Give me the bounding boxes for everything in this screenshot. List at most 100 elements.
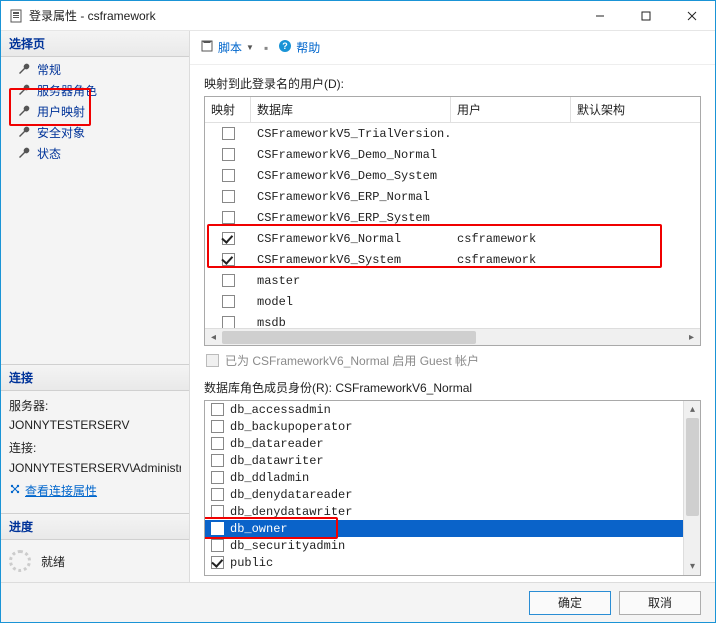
sidebar-item-securables[interactable]: 安全对象 — [1, 122, 189, 143]
table-row[interactable]: CSFrameworkV6_Normalcsframework — [205, 228, 700, 249]
sidebar-item-server-roles[interactable]: 服务器角色 — [1, 80, 189, 101]
col-user[interactable]: 用户 — [451, 97, 571, 122]
role-checkbox[interactable] — [211, 539, 224, 552]
script-button[interactable]: 脚本 ▼ — [200, 39, 254, 56]
role-item[interactable]: db_denydatareader — [205, 486, 700, 503]
sidebar-item-general[interactable]: 常规 — [1, 59, 189, 80]
table-row[interactable]: model — [205, 291, 700, 312]
table-row[interactable]: CSFrameworkV6_Demo_Normal — [205, 144, 700, 165]
map-checkbox[interactable] — [222, 316, 235, 328]
wrench-icon — [17, 84, 31, 98]
role-checkbox[interactable] — [211, 471, 224, 484]
view-connection-properties-link[interactable]: 查看连接属性 — [9, 482, 181, 501]
role-item[interactable]: db_securityadmin — [205, 537, 700, 554]
dialog-footer: 确定 取消 — [1, 582, 715, 622]
role-checkbox[interactable] — [211, 522, 224, 535]
table-row[interactable]: CSFrameworkV6_ERP_System — [205, 207, 700, 228]
role-checkbox[interactable] — [211, 488, 224, 501]
table-row[interactable]: CSFrameworkV5_TrialVersion... — [205, 123, 700, 144]
role-item[interactable]: db_datawriter — [205, 452, 700, 469]
select-page-header: 选择页 — [1, 31, 189, 57]
wrench-icon — [17, 126, 31, 140]
map-checkbox[interactable] — [222, 190, 235, 203]
help-label: 帮助 — [296, 39, 320, 56]
map-checkbox[interactable] — [222, 295, 235, 308]
window-title: 登录属性 - csframework — [29, 7, 156, 24]
table-row[interactable]: msdb — [205, 312, 700, 328]
horizontal-scrollbar[interactable]: ◂ ▸ — [205, 328, 700, 345]
col-map[interactable]: 映射 — [205, 97, 251, 122]
properties-icon — [9, 482, 21, 501]
help-icon: ? — [278, 39, 292, 56]
svg-text:?: ? — [282, 41, 288, 51]
close-button[interactable] — [669, 1, 715, 31]
role-item[interactable]: db_accessadmin — [205, 401, 700, 418]
script-icon — [200, 39, 214, 56]
wrench-icon — [17, 105, 31, 119]
map-checkbox[interactable] — [222, 127, 235, 140]
role-checkbox[interactable] — [211, 505, 224, 518]
cell-database: master — [251, 274, 451, 288]
table-row[interactable]: CSFrameworkV6_Demo_System — [205, 165, 700, 186]
scroll-right-icon[interactable]: ▸ — [683, 329, 700, 346]
role-membership-list: db_accessadmin db_backupoperatordb_datare… — [204, 400, 701, 576]
map-checkbox[interactable] — [222, 211, 235, 224]
server-value: JONNYTESTERSERV — [9, 416, 181, 435]
sidebar-item-user-mapping[interactable]: 用户映射 — [1, 101, 189, 122]
minimize-button[interactable] — [577, 1, 623, 31]
role-item[interactable]: public — [205, 554, 700, 571]
mapping-section-label: 映射到此登录名的用户(D): — [204, 75, 701, 92]
role-item[interactable]: db_datareader — [205, 435, 700, 452]
role-item[interactable]: db_owner — [205, 520, 700, 537]
titlebar: 登录属性 - csframework — [1, 1, 715, 31]
cell-database: CSFrameworkV6_ERP_Normal — [251, 190, 451, 204]
cell-database: CSFrameworkV6_ERP_System — [251, 211, 451, 225]
cell-user: csframework — [451, 253, 571, 267]
sidebar-item-status[interactable]: 状态 — [1, 143, 189, 164]
role-item[interactable]: db_backupoperator — [205, 418, 700, 435]
toolbar: 脚本 ▼ ▪ ? 帮助 — [190, 31, 715, 65]
login-properties-window: 登录属性 - csframework 选择页 常规 — [0, 0, 716, 623]
sidebar-item-label: 状态 — [37, 145, 61, 162]
ok-button[interactable]: 确定 — [529, 591, 611, 615]
connection-label: 连接: — [9, 439, 181, 458]
maximize-button[interactable] — [623, 1, 669, 31]
map-checkbox[interactable] — [222, 169, 235, 182]
role-name: db_ddladmin — [230, 471, 309, 485]
mapping-table: 映射 数据库 用户 默认架构 CSFrameworkV5_TrialVersio… — [204, 96, 701, 346]
wrench-icon — [17, 63, 31, 77]
progress-status: 就绪 — [41, 553, 65, 570]
role-checkbox[interactable] — [211, 420, 224, 433]
cell-user: csframework — [451, 232, 571, 246]
table-row[interactable]: CSFrameworkV6_Systemcsframework — [205, 249, 700, 270]
cancel-button[interactable]: 取消 — [619, 591, 701, 615]
scroll-up-icon[interactable]: ▴ — [684, 401, 701, 418]
connection-header: 连接 — [1, 365, 189, 391]
role-checkbox[interactable] — [211, 556, 224, 569]
role-name: db_securityadmin — [230, 539, 345, 553]
scroll-left-icon[interactable]: ◂ — [205, 329, 222, 346]
scroll-down-icon[interactable]: ▾ — [684, 558, 701, 575]
help-button[interactable]: ? 帮助 — [278, 39, 320, 56]
table-row[interactable]: CSFrameworkV6_ERP_Normal — [205, 186, 700, 207]
role-checkbox[interactable] — [211, 437, 224, 450]
role-name: db_backupoperator — [230, 420, 352, 434]
vertical-scrollbar[interactable]: ▴ ▾ — [683, 401, 700, 575]
map-checkbox[interactable] — [222, 253, 235, 266]
map-checkbox[interactable] — [222, 148, 235, 161]
role-checkbox[interactable] — [211, 454, 224, 467]
role-name: db_owner — [230, 522, 288, 536]
col-database[interactable]: 数据库 — [251, 97, 451, 122]
role-section-label: 数据库角色成员身份(R): — [204, 381, 335, 395]
role-item[interactable]: db_ddladmin — [205, 469, 700, 486]
role-item[interactable]: db_denydatawriter — [205, 503, 700, 520]
cell-database: model — [251, 295, 451, 309]
role-name: public — [230, 556, 273, 570]
link-label: 查看连接属性 — [25, 482, 97, 501]
col-schema[interactable]: 默认架构 — [571, 97, 700, 122]
map-checkbox[interactable] — [222, 274, 235, 287]
role-checkbox[interactable] — [211, 403, 224, 416]
map-checkbox[interactable] — [222, 232, 235, 245]
cell-database: msdb — [251, 316, 451, 329]
table-row[interactable]: master — [205, 270, 700, 291]
